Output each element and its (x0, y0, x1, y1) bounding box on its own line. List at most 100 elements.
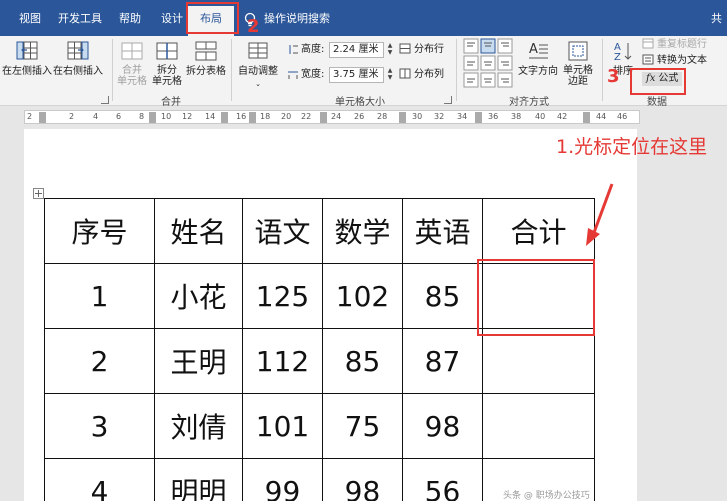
cell-size-dialog-launcher[interactable] (444, 96, 452, 104)
ruler-number: 14 (205, 112, 216, 121)
tab-view[interactable]: 视图 (8, 8, 52, 30)
table-cell[interactable]: 2 (44, 328, 155, 394)
repeat-header-rows-button[interactable]: 重复标题行 (642, 38, 707, 52)
convert-to-text-button[interactable]: 转换为文本 (642, 54, 707, 68)
ruler-number: 2 (69, 112, 75, 121)
ruler-number: 12 (182, 112, 193, 121)
svg-text:Z: Z (614, 52, 621, 62)
table-row: 3 刘倩 101 75 98 (44, 393, 595, 459)
tab-help[interactable]: 帮助 (110, 8, 150, 30)
table-cell[interactable]: 112 (242, 328, 323, 394)
tell-me-label: 操作说明搜索 (264, 12, 330, 25)
ruler-number: 16 (236, 112, 247, 121)
table-cell[interactable]: 75 (322, 393, 403, 459)
table-cell[interactable]: 98 (322, 458, 403, 501)
repeat-header-icon (642, 38, 654, 49)
ruler-cell-marker[interactable] (475, 112, 482, 123)
ruler-number: 32 (434, 112, 445, 121)
cell-margins-label-line2: 边距 (568, 76, 588, 87)
column-width-spinner[interactable]: ▲ ▼ (385, 67, 395, 83)
table-cell[interactable]: 87 (402, 328, 483, 394)
table-cell[interactable]: 明明 (154, 458, 243, 501)
merge-cells-label-line2: 单元格 (117, 76, 147, 87)
table-cell[interactable]: 王明 (154, 328, 243, 394)
table-cell[interactable]: 3 (44, 393, 155, 459)
highlight-box-target-cell (477, 259, 595, 336)
column-width-icon (288, 71, 298, 79)
score-table[interactable]: 序号 姓名 语文 数学 英语 合计 1 小花 125 102 85 2 王明 1… (44, 198, 595, 501)
insert-left-label: 在左侧插入 (2, 66, 52, 77)
table-cell[interactable]: 刘倩 (154, 393, 243, 459)
table-cell[interactable]: 85 (322, 328, 403, 394)
ruler-cell-marker[interactable] (221, 112, 228, 123)
ruler-number: 8 (139, 112, 145, 121)
table-cell[interactable]: 56 (402, 458, 483, 501)
header-cell-chinese[interactable]: 语文 (242, 198, 323, 264)
ruler-number: 28 (377, 112, 388, 121)
table-header-row: 序号 姓名 语文 数学 英语 合计 (44, 198, 595, 264)
header-cell-name[interactable]: 姓名 (154, 198, 243, 264)
ruler-number: 2 (27, 112, 33, 121)
share-button[interactable]: 共 (711, 10, 722, 26)
ruler-number: 46 (617, 112, 628, 121)
split-cells-button[interactable]: 拆分 单元格 (150, 38, 184, 92)
table-cell[interactable] (482, 328, 595, 394)
distribute-rows-button[interactable]: 分布行 (399, 43, 444, 57)
insert-column-right-icon (67, 41, 89, 60)
ruler-cell-marker[interactable] (399, 112, 406, 123)
split-cells-label-line2: 单元格 (152, 76, 182, 87)
table-move-handle[interactable] (33, 188, 44, 199)
table-cell[interactable]: 101 (242, 393, 323, 459)
table-cell[interactable]: 102 (322, 263, 403, 329)
ruler-number: 26 (354, 112, 365, 121)
autofit-label: 自动调整 (238, 66, 278, 77)
ruler-number: 24 (331, 112, 342, 121)
table-cell[interactable]: 4 (44, 458, 155, 501)
table-cell[interactable]: 125 (242, 263, 323, 329)
ruler-number: 38 (511, 112, 522, 121)
header-cell-total[interactable]: 合计 (482, 198, 595, 264)
distribute-columns-button[interactable]: 分布列 (399, 68, 444, 82)
merge-cells-button[interactable]: 合并 单元格 (114, 38, 150, 92)
table-cell[interactable]: 1 (44, 263, 155, 329)
convert-to-text-label: 转换为文本 (657, 55, 707, 66)
table-cell[interactable] (482, 393, 595, 459)
autofit-button[interactable]: 自动调整 ⌄ (233, 38, 283, 92)
cell-margins-button[interactable]: 单元格 边距 (559, 38, 597, 92)
table-cell[interactable]: 85 (402, 263, 483, 329)
ruler-cell-marker[interactable] (149, 112, 156, 123)
ruler-cell-marker[interactable] (39, 112, 46, 123)
tab-developer[interactable]: 开发工具 (54, 8, 106, 30)
table-cell[interactable]: 98 (402, 393, 483, 459)
column-width-input[interactable]: 3.75 厘米 (329, 67, 384, 83)
split-table-button[interactable]: 拆分表格 (184, 38, 228, 92)
ruler-cell-marker[interactable] (249, 112, 256, 123)
horizontal-ruler[interactable]: 2 2 4 6 8 10 12 14 16 18 20 22 24 26 28 … (24, 110, 640, 124)
ruler-number: 40 (535, 112, 546, 121)
ruler-number: 22 (301, 112, 312, 121)
table-cell[interactable]: 99 (242, 458, 323, 501)
distribute-columns-label: 分布列 (414, 69, 444, 80)
ruler-number: 20 (281, 112, 292, 121)
row-height-input[interactable]: 2.24 厘米 (329, 42, 384, 58)
text-direction-button[interactable]: A 文字方向 (517, 38, 559, 90)
header-cell-english[interactable]: 英语 (402, 198, 483, 264)
step-2-label: 2 (247, 16, 260, 37)
header-cell-math[interactable]: 数学 (322, 198, 403, 264)
highlight-box-formula (630, 68, 686, 95)
convert-to-text-icon (642, 54, 654, 65)
ruler-number: 4 (93, 112, 99, 121)
row-height-spinner[interactable]: ▲ ▼ (385, 42, 395, 58)
split-table-label: 拆分表格 (186, 66, 226, 77)
ruler-cell-marker[interactable] (583, 112, 590, 123)
split-table-icon (195, 41, 217, 61)
insert-right-button[interactable]: 在右侧插入 (53, 38, 103, 90)
data-group-label: 数据 (647, 97, 667, 108)
rows-columns-dialog-launcher[interactable] (101, 96, 109, 104)
header-cell-index[interactable]: 序号 (44, 198, 155, 264)
table-cell[interactable]: 小花 (154, 263, 243, 329)
ruler-number: 42 (557, 112, 568, 121)
group-separator (602, 39, 603, 101)
insert-left-button[interactable]: 在左侧插入 (1, 38, 53, 90)
ruler-cell-marker[interactable] (320, 112, 327, 123)
